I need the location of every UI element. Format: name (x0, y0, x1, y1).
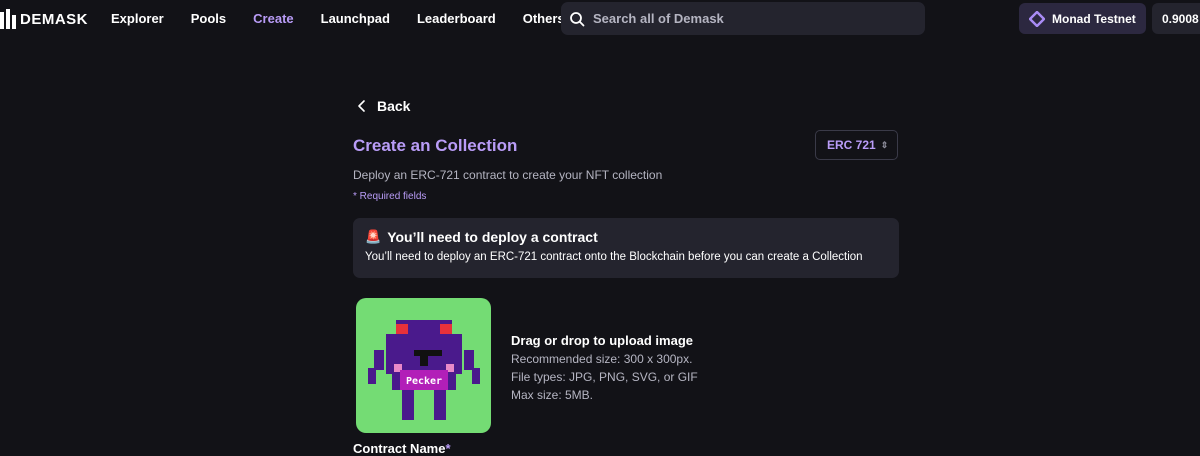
nav-item-leaderboard[interactable]: Leaderboard (417, 11, 496, 26)
page-subtitle: Deploy an ERC-721 contract to create you… (353, 168, 663, 182)
network-label: Monad Testnet (1052, 11, 1136, 26)
demask-logo-icon (0, 9, 16, 29)
upload-max-size: Max size: 5MB. (511, 388, 594, 402)
back-button[interactable]: Back (357, 98, 410, 114)
wallet-balance[interactable]: 0.9008 (1152, 3, 1200, 34)
chevron-left-icon (358, 100, 365, 112)
search-icon (570, 11, 585, 26)
upload-title: Drag or drop to upload image (511, 333, 694, 348)
brand-logo[interactable]: DEMASK (0, 8, 88, 30)
nav-item-others[interactable]: Others (523, 11, 565, 26)
nav-item-launchpad[interactable]: Launchpad (321, 11, 390, 26)
required-fields-note: * Required fields (353, 191, 427, 202)
monad-logo-icon (1029, 10, 1045, 27)
nav-item-pools[interactable]: Pools (191, 11, 226, 26)
deploy-contract-notice: 🚨 You’ll need to deploy a contract You’l… (353, 218, 899, 278)
collection-image-preview: Pecker (368, 320, 480, 420)
page-title: Create an Collection (353, 136, 518, 155)
upload-instructions: Drag or drop to upload image Recommended… (511, 333, 698, 404)
nav-item-explorer[interactable]: Explorer (111, 11, 164, 26)
brand-name: DEMASK (20, 10, 89, 28)
siren-icon: 🚨 (365, 229, 382, 244)
top-navigation-bar: DEMASK Explorer Pools Create Launchpad L… (0, 0, 1200, 38)
balance-value: 0.9008 (1162, 11, 1199, 26)
chevron-up-down-icon: ⇕ (880, 139, 889, 150)
nav-item-create[interactable]: Create (253, 11, 293, 26)
preview-caption: Pecker (406, 376, 442, 387)
back-label: Back (377, 98, 411, 114)
notice-title: You’ll need to deploy a contract (387, 229, 598, 245)
upload-file-types: File types: JPG, PNG, SVG, or GIF (511, 370, 698, 384)
image-upload-dropzone[interactable]: Pecker (356, 298, 491, 433)
token-standard-value: ERC 721 (827, 138, 876, 152)
search-bar[interactable] (561, 2, 925, 35)
upload-recommended-size: Recommended size: 300 x 300px. (511, 352, 693, 366)
network-selector[interactable]: Monad Testnet (1019, 3, 1146, 34)
search-input[interactable] (593, 11, 893, 26)
token-standard-select[interactable]: ERC 721 ⇕ (815, 130, 898, 160)
main-nav: Explorer Pools Create Launchpad Leaderbo… (111, 11, 592, 26)
notice-body: You’ll need to deploy an ERC-721 contrac… (365, 251, 863, 263)
